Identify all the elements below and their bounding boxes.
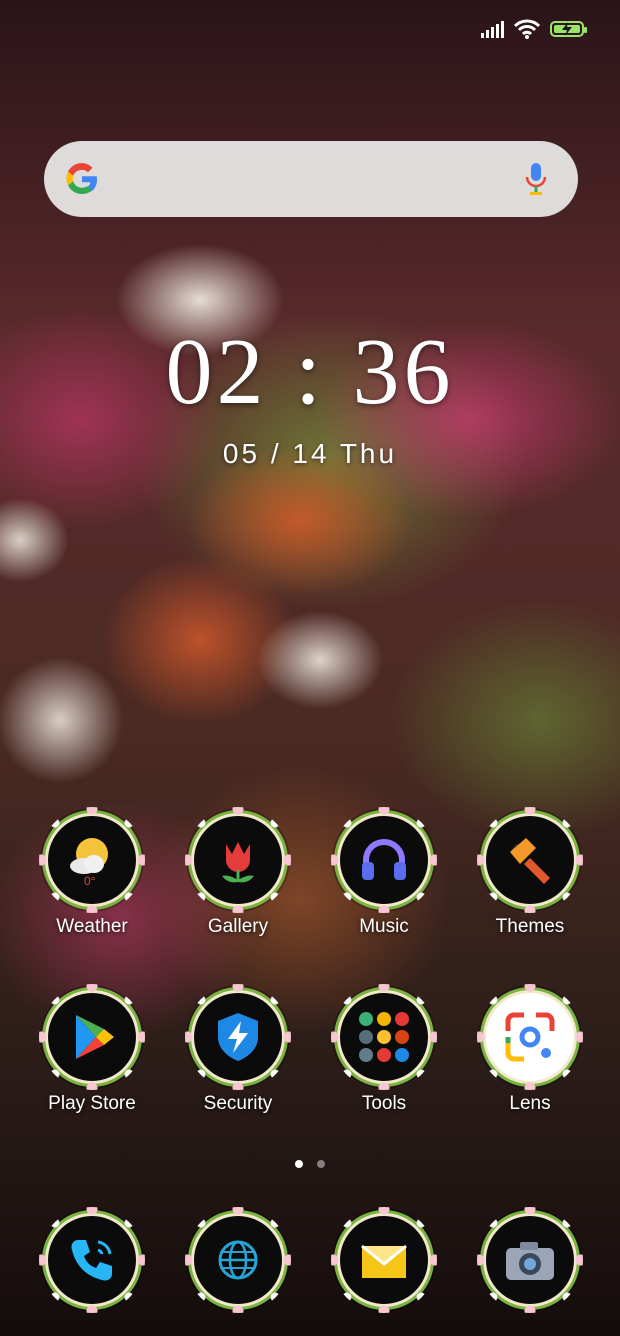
clock-date[interactable]: 05 / 14 Thu bbox=[0, 438, 620, 470]
google-search-bar[interactable] bbox=[44, 141, 578, 217]
app-label: Weather bbox=[56, 916, 128, 937]
app-weather[interactable]: 0° Weather bbox=[32, 807, 152, 938]
app-play-store[interactable]: Play Store bbox=[32, 984, 152, 1115]
lens-icon bbox=[477, 984, 583, 1090]
camera-icon bbox=[477, 1207, 583, 1313]
page-dot-1[interactable] bbox=[295, 1160, 303, 1168]
dock-browser[interactable] bbox=[178, 1207, 298, 1313]
app-label: Gallery bbox=[207, 916, 269, 937]
dock-messages[interactable] bbox=[324, 1207, 444, 1313]
page-dot-2[interactable] bbox=[317, 1160, 325, 1168]
paintbrush-icon bbox=[477, 807, 583, 913]
tulip-icon bbox=[185, 807, 291, 913]
wifi-icon bbox=[514, 19, 540, 39]
play-store-icon bbox=[39, 984, 145, 1090]
app-label: Themes bbox=[495, 916, 565, 937]
app-lens[interactable]: Lens bbox=[470, 984, 590, 1115]
app-label: Play Store bbox=[48, 1093, 136, 1114]
app-label: Lens bbox=[509, 1093, 551, 1114]
app-themes[interactable]: Themes bbox=[470, 807, 590, 938]
envelope-icon bbox=[331, 1207, 437, 1313]
shield-bolt-icon bbox=[185, 984, 291, 1090]
dock-camera[interactable] bbox=[470, 1207, 590, 1313]
phone-icon bbox=[39, 1207, 145, 1313]
app-tools[interactable]: Tools bbox=[324, 984, 444, 1115]
app-gallery[interactable]: Gallery bbox=[178, 807, 298, 938]
folder-icon bbox=[331, 984, 437, 1090]
app-label: Tools bbox=[361, 1093, 407, 1114]
status-bar bbox=[481, 14, 587, 44]
weather-temp: 0° bbox=[84, 874, 96, 888]
headphones-icon bbox=[331, 807, 437, 913]
app-label: Music bbox=[359, 916, 409, 937]
app-label: Security bbox=[203, 1093, 273, 1114]
dock-phone[interactable] bbox=[32, 1207, 152, 1313]
google-g-icon bbox=[66, 163, 98, 195]
app-security[interactable]: Security bbox=[178, 984, 298, 1115]
microphone-icon[interactable] bbox=[524, 161, 548, 197]
clock-time[interactable]: 02 : 36 bbox=[0, 318, 620, 426]
globe-browser-icon bbox=[185, 1207, 291, 1313]
page-indicator bbox=[0, 1160, 620, 1168]
battery-charging-icon bbox=[550, 21, 587, 37]
weather-icon: 0° bbox=[39, 807, 145, 913]
cellular-signal-icon bbox=[481, 20, 504, 38]
app-music[interactable]: Music bbox=[324, 807, 444, 938]
